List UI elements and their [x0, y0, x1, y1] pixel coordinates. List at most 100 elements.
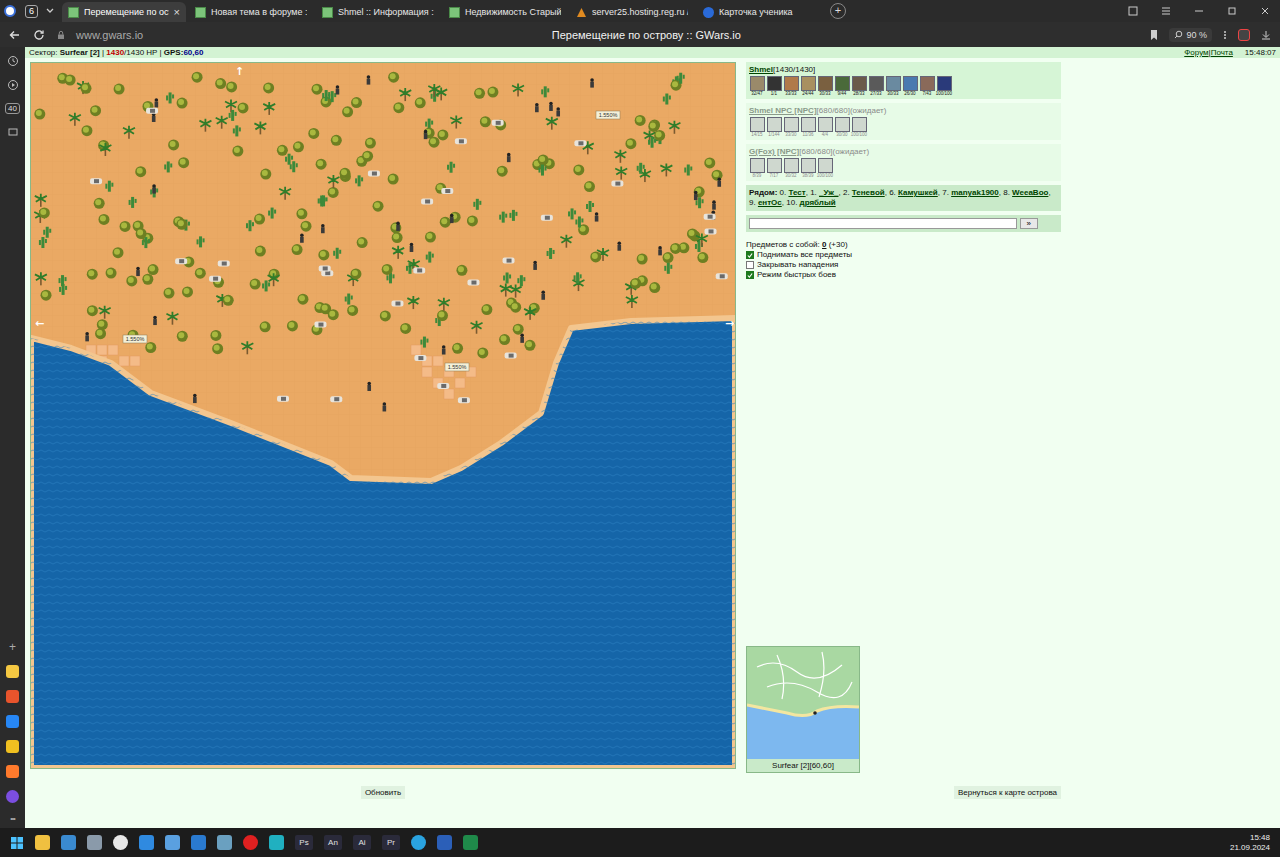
- browser-tab[interactable]: Карточка ученика: [697, 2, 821, 22]
- map-unit[interactable]: [383, 402, 387, 411]
- map-unit[interactable]: [533, 261, 537, 270]
- zoom-level[interactable]: 90 %: [1169, 28, 1212, 42]
- top-link[interactable]: Почта: [1211, 48, 1233, 57]
- extension-icon[interactable]: [1238, 29, 1250, 41]
- map-unit[interactable]: [535, 103, 539, 112]
- map-unit[interactable]: [595, 212, 599, 221]
- map-unit[interactable]: [556, 107, 560, 116]
- nearby-player[interactable]: Камушкей: [898, 188, 938, 197]
- map-unit[interactable]: [717, 177, 721, 186]
- player-name[interactable]: Shmel NPC [NPC]: [749, 106, 817, 115]
- browser-tab[interactable]: Перемещение по остр×: [62, 2, 186, 22]
- equipment-item[interactable]: 28/33: [851, 76, 867, 97]
- refresh-button[interactable]: Обновить: [361, 786, 405, 799]
- equipment-item[interactable]: 26/30: [902, 76, 918, 97]
- map-unit[interactable]: [705, 228, 717, 234]
- app-icon[interactable]: [139, 835, 154, 850]
- restore-icon[interactable]: [1226, 5, 1238, 17]
- browser-tab[interactable]: Новая тема в форуме :: G: [189, 2, 313, 22]
- equipment-item[interactable]: 27/33: [868, 76, 884, 97]
- minimize-icon[interactable]: [1193, 5, 1205, 17]
- map-unit[interactable]: [520, 334, 524, 343]
- map-arrow[interactable]: →: [725, 317, 734, 330]
- map-unit[interactable]: [617, 241, 621, 250]
- map-unit[interactable]: [712, 200, 716, 209]
- map-unit[interactable]: [85, 332, 89, 341]
- map-unit[interactable]: [541, 215, 553, 221]
- map-unit[interactable]: [590, 78, 594, 87]
- map-unit[interactable]: [574, 140, 586, 146]
- map-unit[interactable]: [153, 316, 157, 325]
- send-button[interactable]: »: [1020, 218, 1038, 229]
- map-unit[interactable]: [368, 171, 380, 177]
- back-icon[interactable]: [8, 28, 22, 42]
- map-canvas[interactable]: 1.550%1.550%1.550%↑←→: [31, 63, 735, 768]
- map-unit[interactable]: [277, 396, 289, 402]
- map-arrow[interactable]: ←: [35, 317, 44, 330]
- equipment-item[interactable]: 30/32: [783, 158, 799, 179]
- map-unit[interactable]: [146, 108, 158, 114]
- nearby-player[interactable]: Теневой: [852, 188, 885, 197]
- more-icon[interactable]: [1222, 29, 1228, 41]
- bookmark-icon[interactable]: [1149, 29, 1159, 41]
- map-unit[interactable]: [437, 383, 449, 389]
- equipment-item[interactable]: 1/1: [766, 76, 782, 97]
- new-tab-button[interactable]: +: [830, 3, 846, 19]
- equipment-item[interactable]: 4/4: [817, 117, 833, 138]
- equipment-item[interactable]: 30/33: [817, 76, 833, 97]
- map-unit[interactable]: [321, 224, 325, 233]
- equipment-item[interactable]: 24/44: [800, 76, 816, 97]
- nearby-player[interactable]: Тест: [788, 188, 805, 197]
- camera-icon[interactable]: [7, 126, 19, 138]
- map-unit[interactable]: [90, 178, 102, 184]
- nearby-player[interactable]: дряблый: [800, 198, 836, 207]
- mail-app-icon[interactable]: [6, 765, 19, 778]
- alice-app-icon[interactable]: [6, 790, 19, 803]
- app-icon[interactable]: [165, 835, 180, 850]
- map-unit[interactable]: [424, 130, 428, 139]
- play-icon[interactable]: [7, 79, 19, 91]
- option-checkbox[interactable]: Режим быстрых боев: [746, 270, 1061, 280]
- adobe-app[interactable]: Ps: [295, 835, 313, 850]
- minimap-canvas[interactable]: [747, 647, 859, 759]
- nearby-player[interactable]: _Уж_: [819, 188, 838, 197]
- equipment-item[interactable]: 8/39: [749, 158, 765, 179]
- equipment-item[interactable]: 1/144: [766, 117, 782, 138]
- option-checkbox[interactable]: Закрывать нападения: [746, 260, 1061, 270]
- windows-start-icon[interactable]: [10, 836, 24, 850]
- map-unit[interactable]: [175, 258, 187, 264]
- equipment-item[interactable]: 38/39: [800, 158, 816, 179]
- map-unit[interactable]: [367, 382, 371, 391]
- map-unit[interactable]: [300, 233, 304, 242]
- map-unit[interactable]: [152, 113, 156, 122]
- map-unit[interactable]: [136, 267, 140, 276]
- equipment-item[interactable]: 100/100: [851, 117, 867, 138]
- back-to-map-button[interactable]: Вернуться к карте острова: [954, 786, 1061, 799]
- history-icon[interactable]: [7, 55, 19, 67]
- collections-icon[interactable]: [1127, 5, 1139, 17]
- player-name[interactable]: G(Fox) [NPC]: [749, 147, 799, 156]
- sidebar-add[interactable]: +: [9, 641, 16, 653]
- nearby-player[interactable]: ентОс: [758, 198, 782, 207]
- map-unit[interactable]: [152, 184, 156, 193]
- equipment-item[interactable]: 11/36: [800, 117, 816, 138]
- nearby-player[interactable]: WeeaBoo: [1012, 188, 1048, 197]
- map-unit[interactable]: [209, 276, 221, 282]
- map-unit[interactable]: [391, 301, 403, 307]
- browser-tab[interactable]: server25.hosting.reg.ru /: [570, 2, 694, 22]
- map-unit[interactable]: [410, 243, 414, 252]
- map-unit[interactable]: [367, 75, 371, 84]
- map-unit[interactable]: [455, 138, 467, 144]
- map-unit[interactable]: [541, 290, 545, 299]
- browser-logo-icon[interactable]: [4, 5, 16, 17]
- tab-close[interactable]: ×: [174, 6, 180, 18]
- equipment-item[interactable]: 30/33: [885, 76, 901, 97]
- map-unit[interactable]: [492, 120, 504, 126]
- tab-count[interactable]: 6: [25, 5, 38, 18]
- map-unit[interactable]: [442, 345, 446, 354]
- chevron-down-icon[interactable]: [45, 6, 55, 16]
- player-name[interactable]: Shmel: [749, 65, 773, 74]
- equipment-item[interactable]: 32/47: [749, 76, 765, 97]
- map-unit[interactable]: [413, 267, 425, 273]
- map-unit[interactable]: [330, 396, 342, 402]
